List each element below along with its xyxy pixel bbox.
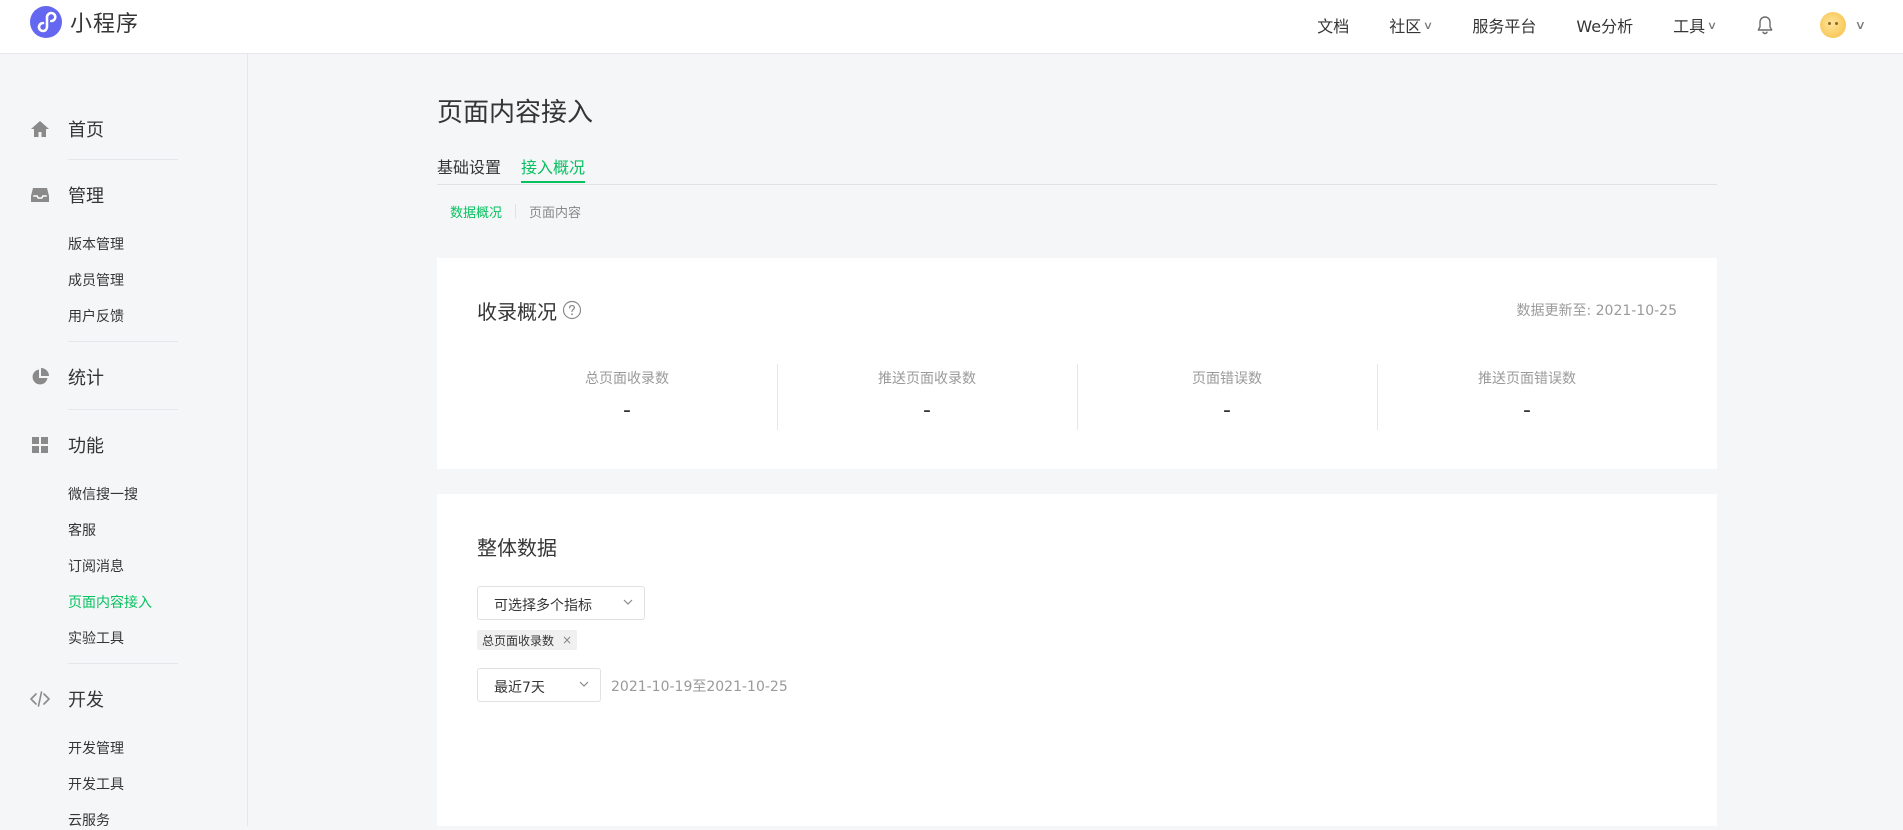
chevron-down-icon[interactable]: ∨	[1855, 18, 1866, 32]
stat-pushed-errors: 推送页面错误数 -	[1377, 364, 1677, 430]
sidebar-item-customer-service[interactable]: 客服	[68, 520, 96, 540]
section-title: 收录概况	[477, 300, 557, 324]
update-date: 2021-10-25	[1595, 303, 1677, 319]
chevron-down-icon	[579, 681, 589, 687]
sidebar-item-version[interactable]: 版本管理	[68, 234, 124, 254]
top-bar: 小程序 文档 社区 ∨ 服务平台 We分析 工具 ∨ ∨	[0, 0, 1903, 54]
tag-label: 总页面收录数	[482, 633, 555, 648]
overall-data-card: 整体数据 可选择多个指标 总页面收录数 × 最近7天 2021-10-19至20…	[437, 494, 1717, 826]
stat-label: 总页面收录数	[585, 371, 669, 387]
metric-select[interactable]: 可选择多个指标	[477, 586, 645, 620]
update-label: 数据更新至:	[1516, 303, 1596, 319]
active-tab-indicator	[521, 181, 585, 183]
tab-basic-settings[interactable]: 基础设置	[437, 154, 501, 178]
brand[interactable]: 小程序	[30, 6, 139, 38]
nav-tools[interactable]: 工具 ∨	[1673, 13, 1718, 37]
sidebar-item-experiment-tools[interactable]: 实验工具	[68, 628, 124, 648]
stat-label: 推送页面错误数	[1478, 371, 1576, 387]
subtab-page-content[interactable]: 页面内容	[529, 202, 581, 221]
chevron-down-icon: ∨	[1706, 18, 1718, 32]
selected-metric-tag: 总页面收录数 ×	[477, 630, 578, 650]
sidebar-item-cloud-service[interactable]: 云服务	[68, 810, 110, 830]
nav-community[interactable]: 社区 ∨	[1389, 13, 1434, 37]
sidebar-divider	[68, 663, 178, 664]
brand-name: 小程序	[70, 12, 140, 37]
sidebar-divider	[68, 341, 178, 342]
sidebar-item-page-content[interactable]: 页面内容接入	[68, 592, 152, 612]
sidebar-divider	[68, 409, 178, 410]
sidebar-item-home[interactable]: 首页	[30, 116, 104, 142]
stat-page-errors: 页面错误数 -	[1077, 364, 1377, 430]
sidebar-item-feedback[interactable]: 用户反馈	[68, 306, 124, 326]
stat-value: -	[1523, 398, 1531, 423]
subtab-data-overview[interactable]: 数据概况	[450, 202, 502, 221]
sidebar-divider	[68, 159, 178, 160]
stats-row: 总页面收录数 - 推送页面收录数 - 页面错误数 - 推送页面错误数 -	[477, 364, 1677, 430]
stat-label: 页面错误数	[1192, 371, 1262, 387]
subtab-divider	[515, 204, 517, 218]
chevron-down-icon: ∨	[1423, 18, 1434, 32]
nav-docs-label: 文档	[1317, 17, 1350, 36]
tab-bar: 基础设置 接入概况	[437, 154, 1717, 185]
help-icon[interactable]	[562, 300, 582, 320]
section-title: 整体数据	[477, 536, 557, 560]
stat-value: -	[1223, 398, 1231, 423]
update-time: 数据更新至: 2021-10-25	[1516, 300, 1677, 320]
chevron-down-icon	[623, 599, 633, 605]
sidebar-item-dev-manage[interactable]: 开发管理	[68, 738, 124, 758]
close-icon[interactable]: ×	[562, 633, 572, 647]
date-range-select[interactable]: 最近7天	[477, 668, 601, 702]
tab-access-overview[interactable]: 接入概况	[521, 154, 585, 178]
page-title: 页面内容接入	[437, 98, 594, 128]
sidebar-item-label: 首页	[68, 120, 104, 141]
date-range-select-value: 最近7天	[494, 680, 545, 696]
nav-service-platform[interactable]: 服务平台	[1472, 13, 1536, 37]
sidebar: 首页 管理 版本管理 成员管理 用户反馈 统计 功能 微信搜一搜 客服 订阅消息…	[0, 54, 248, 829]
sidebar-item-label: 统计	[68, 368, 104, 389]
sidebar-item-manage[interactable]: 管理	[30, 182, 104, 208]
stat-label: 推送页面收录数	[878, 371, 976, 387]
grid-icon	[32, 437, 48, 453]
stat-value: -	[623, 398, 631, 423]
sub-tab-bar: 数据概况 页面内容	[450, 202, 581, 221]
stat-value: -	[923, 398, 931, 423]
sidebar-item-subscribe-message[interactable]: 订阅消息	[68, 556, 124, 576]
sidebar-item-wechat-search[interactable]: 微信搜一搜	[68, 484, 138, 504]
home-icon	[31, 121, 49, 137]
nav-we-analysis[interactable]: We分析	[1576, 13, 1633, 37]
sidebar-item-label: 管理	[68, 186, 104, 207]
bell-icon[interactable]	[1756, 15, 1774, 35]
stat-total-pages: 总页面收录数 -	[477, 364, 777, 430]
sidebar-item-dev-tools[interactable]: 开发工具	[68, 774, 124, 794]
inbox-icon	[31, 188, 49, 202]
metric-select-value: 可选择多个指标	[494, 598, 592, 614]
nav-docs[interactable]: 文档	[1317, 13, 1349, 37]
top-nav: 文档 社区 ∨ 服务平台 We分析 工具 ∨ ∨	[1317, 0, 1903, 50]
nav-service-label: 服务平台	[1472, 17, 1537, 36]
code-icon	[30, 691, 50, 707]
sidebar-item-features[interactable]: 功能	[30, 432, 104, 458]
sidebar-item-members[interactable]: 成员管理	[68, 270, 124, 290]
nav-community-label: 社区	[1389, 17, 1422, 36]
stat-pushed-pages: 推送页面收录数 -	[777, 364, 1077, 430]
date-range-text: 2021-10-19至2021-10-25	[611, 679, 788, 695]
sidebar-item-label: 功能	[68, 436, 104, 457]
miniprogram-logo-icon	[30, 6, 62, 38]
sidebar-item-develop[interactable]: 开发	[30, 686, 104, 712]
avatar[interactable]	[1820, 12, 1847, 38]
nav-tools-label: 工具	[1673, 17, 1706, 36]
nav-we-analysis-label: We分析	[1576, 17, 1634, 36]
sidebar-item-stats[interactable]: 统计	[30, 364, 104, 390]
pie-chart-icon	[32, 368, 49, 385]
sidebar-item-label: 开发	[68, 690, 104, 711]
inclusion-overview-card: 收录概况 数据更新至: 2021-10-25 总页面收录数 - 推送页面收录数 …	[437, 258, 1717, 469]
